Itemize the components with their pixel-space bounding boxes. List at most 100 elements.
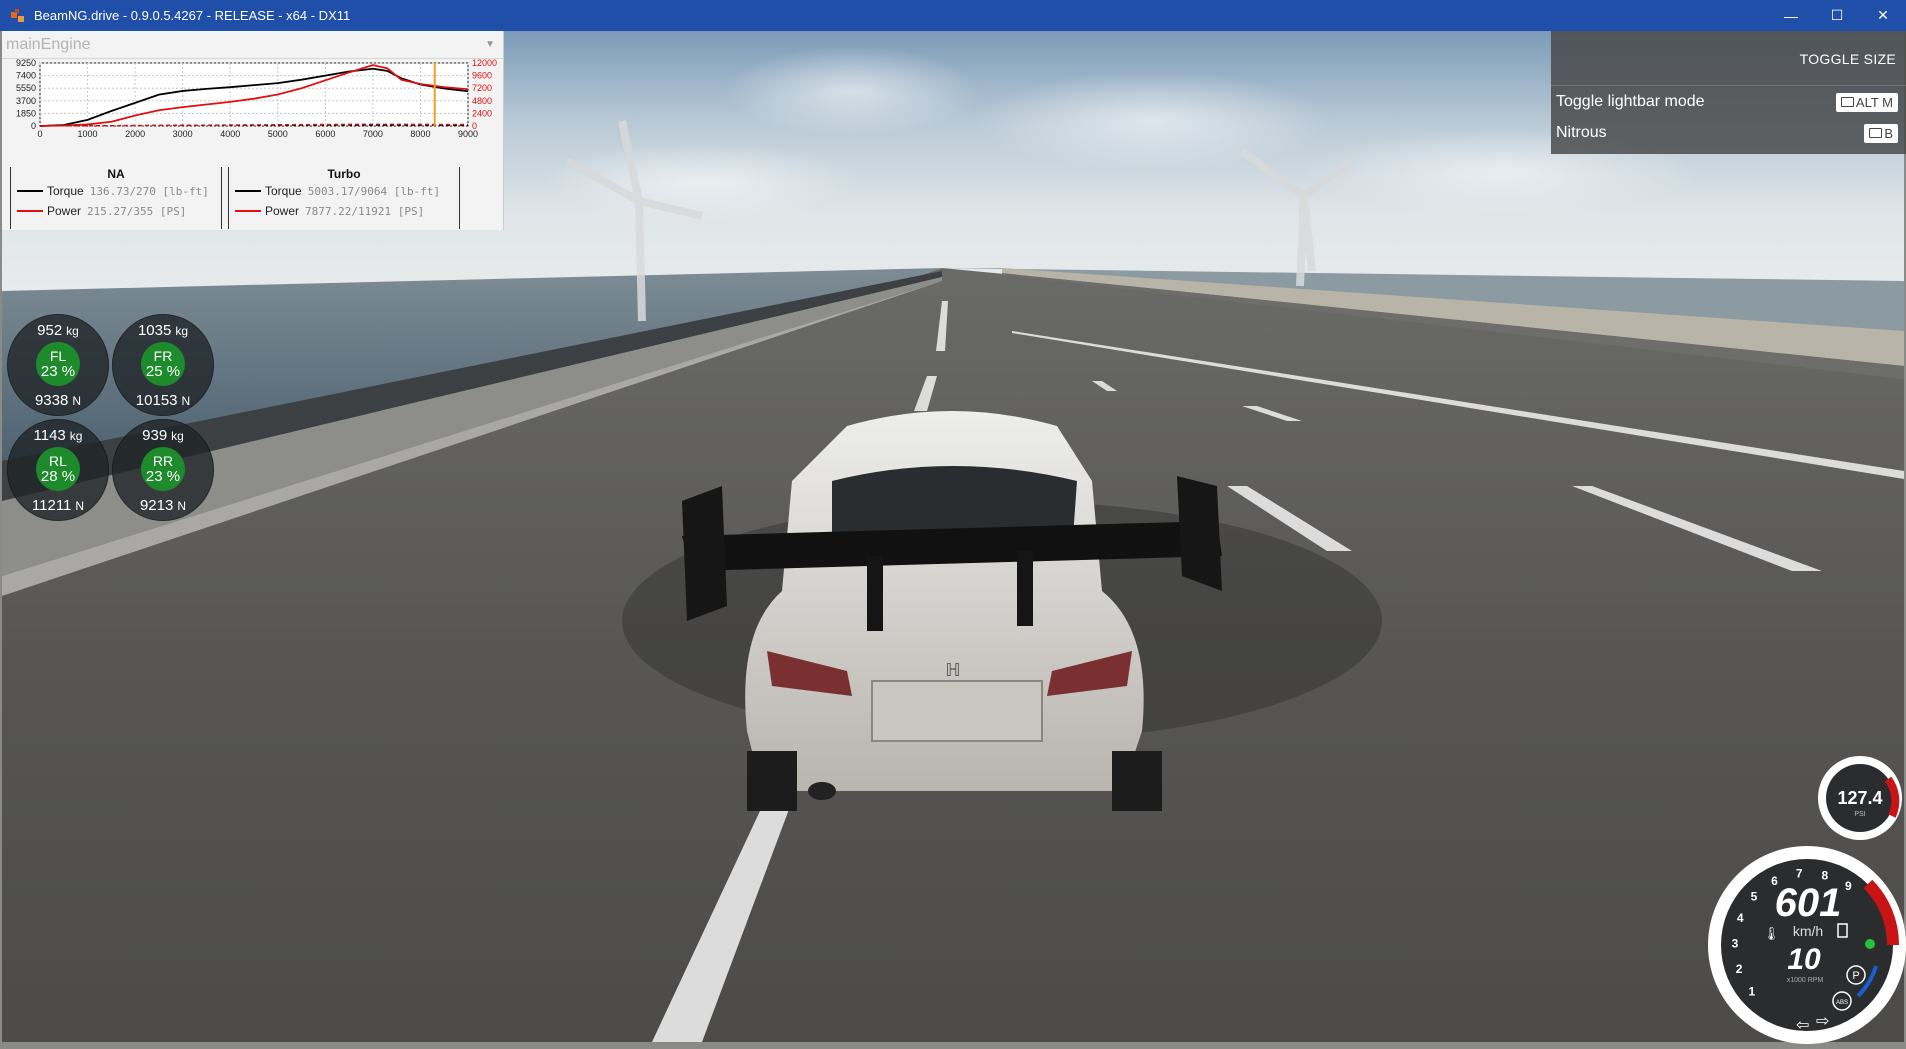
rpm-tick-label: 3	[1732, 936, 1739, 950]
legend-na-title: NA	[107, 167, 125, 181]
legend-turbo-power-label: Power	[265, 204, 300, 218]
wheel-force: 11211 N	[31, 497, 85, 514]
beamng-app-icon	[10, 8, 26, 24]
keybind-badge: B	[1864, 123, 1898, 143]
y-left-tick-label: 9250	[16, 59, 36, 68]
legend-turbo: Turbo Torque 5003.17/9064 [lb-ft] Power …	[228, 167, 460, 229]
y-left-tick-label: 1850	[16, 108, 36, 118]
legend-turbo-power-value: 7877.22/11921 [PS]	[305, 204, 425, 218]
wheel-position: FL	[49, 347, 67, 364]
rpm-tick-label: 5	[1751, 889, 1758, 903]
action-label: Toggle lightbar mode	[1556, 93, 1705, 110]
y-right-tick-label: 12000	[472, 59, 497, 68]
y-left-tick-label: 5550	[16, 83, 36, 93]
toggle-size-button[interactable]: TOGGLE SIZE	[1800, 51, 1896, 67]
speedometer-dial: 1234567 89 601 km/h 10 x1000 RPM 🌡 P ABS …	[1708, 846, 1906, 1044]
legend-na-torque: Torque 136.73/270 [lb-ft]	[11, 181, 221, 201]
legend-na-power: Power 215.27/355 [PS]	[11, 201, 221, 221]
wheel-load-percent: 28 %	[40, 467, 76, 485]
indicator-green-light	[1865, 939, 1875, 949]
wheel-status-circle: FR 25 %	[141, 342, 185, 386]
x-tick-label: 2000	[125, 129, 145, 139]
engine-selector[interactable]: mainEngine ▼	[2, 31, 503, 59]
wheel-mass: 1143 kg	[33, 427, 83, 444]
rpm-tick-label: 2	[1736, 962, 1743, 976]
legend-na-power-label: Power	[47, 204, 82, 218]
legend-swatch-power	[17, 210, 43, 212]
y-right-tick-label: 2400	[472, 108, 492, 118]
minimize-button[interactable]: —	[1768, 0, 1814, 31]
wheel-force: 9338 N	[34, 392, 82, 409]
input-actions-panel: TOGGLE SIZE Toggle lightbar mode ALT M N…	[1551, 31, 1906, 154]
window-title: BeamNG.drive - 0.9.0.5.4267 - RELEASE - …	[34, 8, 351, 23]
legend-swatch-torque	[235, 190, 261, 192]
window-titlebar: BeamNG.drive - 0.9.0.5.4267 - RELEASE - …	[0, 0, 1906, 31]
legend-swatch-power	[235, 210, 261, 212]
wheel-load-percent: 25 %	[145, 362, 181, 380]
wheel-force: 9213 N	[139, 497, 187, 514]
legend-turbo-torque: Torque 5003.17/9064 [lb-ft]	[229, 181, 459, 201]
keybind-text: ALT M	[1855, 94, 1893, 110]
action-row-toggle-lightbar[interactable]: Toggle lightbar mode ALT M	[1551, 85, 1906, 118]
x-tick-label: 1000	[78, 129, 98, 139]
wheel-position: RR	[152, 452, 174, 469]
gear-indicator: 10	[1787, 943, 1821, 976]
wheel-force: 10153 N	[135, 392, 191, 409]
wheel-load-percent: 23 %	[40, 362, 76, 380]
x-tick-label: 6000	[315, 129, 335, 139]
wheel-mass: 939 kg	[142, 427, 184, 444]
legend-na-torque-label: Torque	[47, 184, 84, 198]
legend-na: NA Torque 136.73/270 [lb-ft] Power 215.2…	[10, 167, 222, 229]
rpm-tick-label: 9	[1845, 879, 1852, 893]
x-tick-label: 3000	[173, 129, 193, 139]
legend-na-torque-value: 136.73/270 [lb-ft]	[89, 184, 209, 198]
wheel-mass: 1035 kg	[137, 322, 189, 339]
x-tick-label: 0	[37, 129, 42, 139]
rpm-tick-label: 4	[1737, 911, 1744, 925]
parking-brake-label: P	[1852, 970, 1859, 982]
x-tick-label: 4000	[220, 129, 240, 139]
y-right-tick-label: 0	[472, 121, 477, 131]
legend-turbo-torque-value: 5003.17/9064 [lb-ft]	[307, 184, 441, 198]
x-tick-label: 8000	[410, 129, 430, 139]
legend-turbo-torque-label: Torque	[265, 184, 302, 198]
wheel-status-circle: RR 23 %	[141, 447, 185, 491]
boost-value: 127.4	[1837, 788, 1882, 808]
wheel-status-circle: RL 28 %	[36, 447, 80, 491]
legend-na-power-value: 215.27/355 [PS]	[87, 204, 187, 218]
legend-swatch-torque	[17, 190, 43, 192]
keybind-text: B	[1884, 125, 1893, 141]
wheel-mass: 952 kg	[37, 322, 79, 339]
boost-unit: PSI	[1854, 811, 1865, 818]
action-label: Nitrous	[1556, 124, 1607, 141]
boost-gauge: 127.4 PSI	[1816, 754, 1904, 842]
maximize-button[interactable]: ☐	[1814, 0, 1860, 31]
chart-plot-area	[39, 62, 469, 127]
action-row-nitrous[interactable]: Nitrous B	[1551, 117, 1906, 149]
engine-selector-value: mainEngine	[6, 36, 91, 53]
y-right-tick-label: 4800	[472, 96, 492, 106]
close-button[interactable]: ✕	[1860, 0, 1906, 31]
legend-turbo-title: Turbo	[327, 167, 361, 181]
wheel-gauge-fl: 952 kg FL 23 % 9338 N	[7, 314, 109, 416]
legend-turbo-power: Power 7877.22/11921 [PS]	[229, 201, 459, 221]
wheel-gauge-fr: 1035 kg FR 25 % 10153 N	[112, 314, 214, 416]
wheel-gauge-rl: 1143 kg RL 28 % 11211 N	[7, 419, 109, 521]
temperature-icon: 🌡	[1763, 926, 1780, 942]
speedometer: 123456789 601 km/h 10 x1000 RPM 🌡 P ABS …	[1708, 846, 1906, 1044]
y-left-tick-label: 3700	[16, 96, 36, 106]
chevron-down-icon[interactable]: ▼	[485, 31, 495, 59]
y-left-tick-label: 7400	[16, 71, 36, 81]
keyboard-icon	[1869, 128, 1883, 138]
speed-unit: km/h	[1793, 923, 1823, 939]
x-tick-label: 5000	[268, 129, 288, 139]
y-left-tick-label: 0	[31, 121, 36, 131]
y-right-tick-label: 7200	[472, 83, 492, 93]
right-turn-signal-icon: ⇨	[1816, 1011, 1829, 1030]
rpm-tick-label: 7	[1796, 866, 1803, 880]
svg-text:ℍ: ℍ	[945, 660, 960, 681]
x-tick-label: 7000	[363, 129, 383, 139]
engine-graph-panel: mainEngine ▼ 0 1000 2000 3000 4000 5000 6000 70…	[2, 31, 504, 230]
keyboard-icon	[1840, 97, 1854, 107]
abs-label: ABS	[1836, 1000, 1848, 1006]
